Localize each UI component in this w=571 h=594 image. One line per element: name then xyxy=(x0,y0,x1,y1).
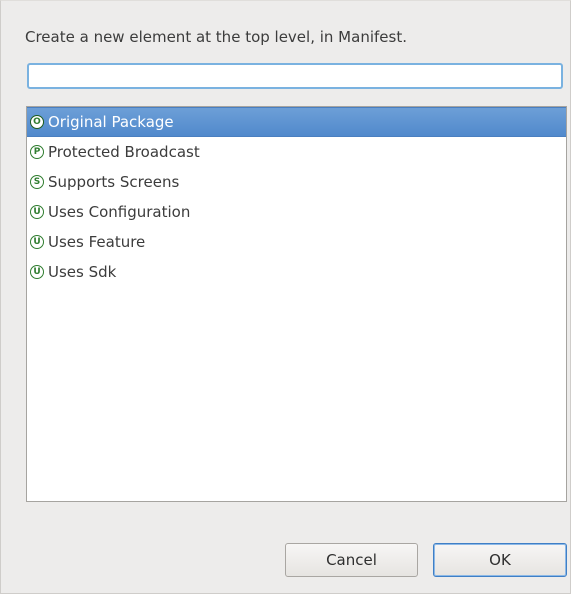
cancel-button[interactable]: Cancel xyxy=(285,543,418,577)
list-item-label: Protected Broadcast xyxy=(48,143,200,161)
list-item-label: Uses Feature xyxy=(48,233,146,251)
element-type-badge-icon: S xyxy=(30,175,44,189)
element-list[interactable]: O Original Package P Protected Broadcast… xyxy=(26,106,567,502)
list-item-label: Supports Screens xyxy=(48,173,180,191)
element-type-badge-icon: U xyxy=(30,205,44,219)
list-item-label: Original Package xyxy=(48,113,174,131)
list-item-label: Uses Configuration xyxy=(48,203,191,221)
element-type-badge-icon: U xyxy=(30,235,44,249)
ok-button[interactable]: OK xyxy=(433,543,567,577)
list-item-protected-broadcast[interactable]: P Protected Broadcast xyxy=(27,137,566,167)
element-type-badge-icon: U xyxy=(30,265,44,279)
list-item-supports-screens[interactable]: S Supports Screens xyxy=(27,167,566,197)
list-item-uses-feature[interactable]: U Uses Feature xyxy=(27,227,566,257)
filter-input[interactable] xyxy=(27,63,563,89)
new-element-dialog: Create a new element at the top level, i… xyxy=(0,0,571,594)
list-item-uses-sdk[interactable]: U Uses Sdk xyxy=(27,257,566,287)
list-item-uses-configuration[interactable]: U Uses Configuration xyxy=(27,197,566,227)
list-item-original-package[interactable]: O Original Package xyxy=(27,107,566,137)
dialog-prompt: Create a new element at the top level, i… xyxy=(25,28,407,46)
list-item-label: Uses Sdk xyxy=(48,263,117,281)
element-type-badge-icon: O xyxy=(30,115,44,129)
element-type-badge-icon: P xyxy=(30,145,44,159)
